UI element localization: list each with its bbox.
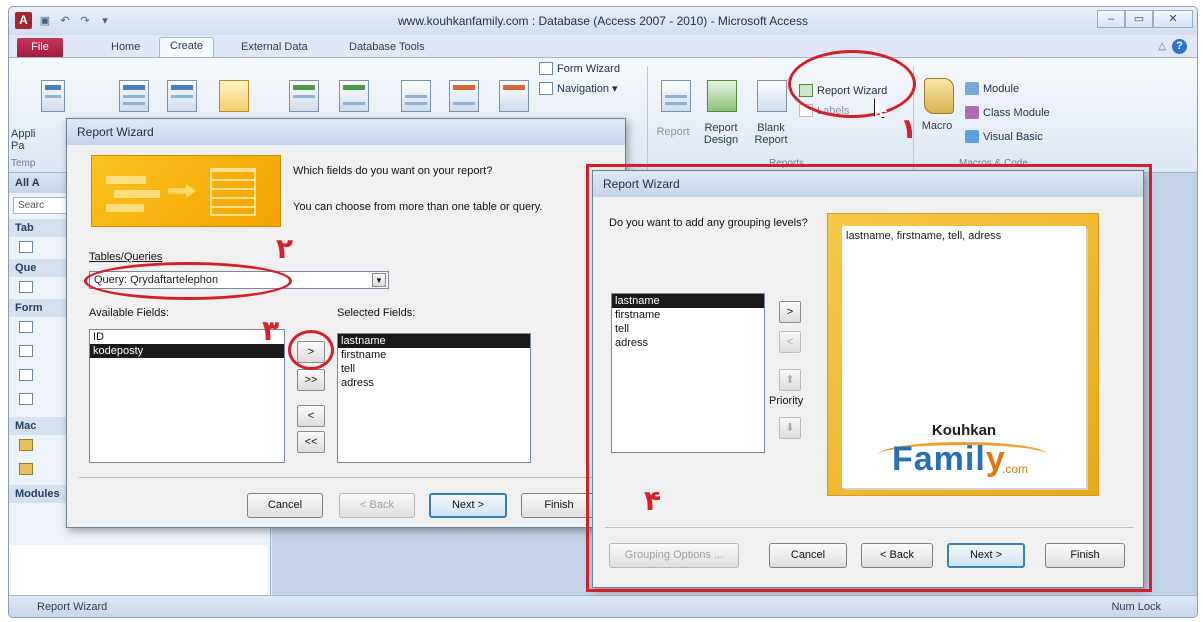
wizard-banner-image xyxy=(91,155,281,227)
form-icon[interactable] xyxy=(401,80,431,112)
step-4-marker: ۴ xyxy=(644,484,662,517)
blank-report-icon[interactable] xyxy=(757,80,787,112)
tab-external-data[interactable]: External Data xyxy=(231,39,318,55)
highlight-grouping-dialog xyxy=(586,164,1152,592)
close-button[interactable]: ✕ xyxy=(1153,10,1193,28)
help-icon[interactable]: ? xyxy=(1172,39,1187,54)
module-label: Module xyxy=(983,82,1020,95)
dialog-title: Report Wizard xyxy=(67,119,625,145)
macro-label[interactable]: Macro xyxy=(917,120,957,132)
minimize-ribbon-icon[interactable]: △ xyxy=(1158,41,1166,52)
title-bar: A ▣ ↶ ↷ ▾ www.kouhkanfamily.com : Databa… xyxy=(9,7,1197,35)
table-design-icon[interactable] xyxy=(167,80,197,112)
chevron-down-icon[interactable]: ▼ xyxy=(372,273,386,287)
report-wizard-fields-dialog: Report Wizard Which fields do you want o… xyxy=(66,118,626,528)
tab-create[interactable]: Create xyxy=(159,37,215,57)
navigation-button[interactable]: Navigation ▾ xyxy=(539,82,618,95)
query-wizard-icon[interactable] xyxy=(289,80,319,112)
tab-home[interactable]: Home xyxy=(101,39,150,55)
step-1-marker: ۱ xyxy=(900,112,918,145)
selected-fields-label: Selected Fields: xyxy=(337,307,416,319)
query-design-icon[interactable] xyxy=(339,80,369,112)
visual-basic-icon xyxy=(965,130,979,143)
macro-object-icon[interactable] xyxy=(19,439,33,451)
highlight-query-select xyxy=(84,262,292,300)
highlight-report-wizard xyxy=(788,50,916,118)
window-title: www.kouhkanfamily.com : Database (Access… xyxy=(398,14,808,28)
visual-basic-button[interactable]: Visual Basic xyxy=(965,130,1043,143)
form-design-icon[interactable] xyxy=(449,80,479,112)
wizard-hint: You can choose from more than one table … xyxy=(293,201,543,213)
table-object-icon[interactable] xyxy=(19,241,33,253)
status-text: Report Wizard xyxy=(37,601,108,613)
form-wizard-icon xyxy=(539,62,553,75)
list-item[interactable]: firstname xyxy=(338,348,530,362)
tab-database-tools[interactable]: Database Tools xyxy=(339,39,435,55)
add-all-fields-button[interactable]: >> xyxy=(297,369,325,391)
highlight-add-field xyxy=(288,330,334,370)
form-object-icon[interactable] xyxy=(19,321,33,333)
class-module-label: Class Module xyxy=(983,106,1050,119)
help-area: △ ? xyxy=(1158,39,1187,54)
visual-basic-label: Visual Basic xyxy=(983,130,1043,143)
query-object-icon[interactable] xyxy=(19,281,33,293)
status-bar: Report Wizard Num Lock xyxy=(9,595,1197,617)
file-tab[interactable]: File xyxy=(17,38,63,57)
available-fields-label: Available Fields: xyxy=(89,307,169,319)
next-button[interactable]: Next > xyxy=(429,493,507,518)
nav-empty-area xyxy=(11,545,267,595)
form-wizard-button[interactable]: Form Wizard xyxy=(539,62,620,75)
selected-fields-list[interactable]: lastname firstname tell adress xyxy=(337,333,531,463)
step-3-marker: ۳ xyxy=(262,314,280,347)
application-parts-icon[interactable] xyxy=(41,80,65,112)
tables-queries-label: Tables/Queries xyxy=(89,251,163,263)
module-icon xyxy=(965,82,979,95)
blank-report-label[interactable]: Blank Report xyxy=(747,122,795,146)
form-object-icon[interactable] xyxy=(19,369,33,381)
divider xyxy=(79,477,615,478)
remove-all-fields-button[interactable]: << xyxy=(297,431,325,453)
module-button[interactable]: Module xyxy=(965,82,1019,95)
macro-icon[interactable] xyxy=(924,78,954,114)
ribbon-tabs: File Home Create External Data Database … xyxy=(9,35,1197,57)
list-item[interactable]: lastname xyxy=(338,334,530,348)
macro-object-icon[interactable] xyxy=(19,463,33,475)
table-icon[interactable] xyxy=(119,80,149,112)
class-module-icon xyxy=(965,106,979,119)
back-button[interactable]: < Back xyxy=(339,493,415,518)
maximize-button[interactable]: ▭ xyxy=(1125,10,1153,28)
list-item[interactable]: ID xyxy=(90,330,284,344)
templates-group-label: Temp xyxy=(11,158,36,169)
report-icon[interactable] xyxy=(661,80,691,112)
report-design-label[interactable]: Report Design xyxy=(697,122,745,146)
step-2-marker: ۲ xyxy=(276,232,294,265)
form-wizard-label: Form Wizard xyxy=(557,62,620,75)
sharepoint-lists-icon[interactable] xyxy=(219,80,249,112)
list-item[interactable]: kodeposty xyxy=(90,344,284,358)
available-fields-list[interactable]: ID kodeposty xyxy=(89,329,285,463)
report-design-icon[interactable] xyxy=(707,80,737,112)
form-object-icon[interactable] xyxy=(19,345,33,357)
window-controls: – ▭ ✕ xyxy=(1097,10,1193,28)
remove-field-button[interactable]: < xyxy=(297,405,325,427)
ribbon-divider xyxy=(647,66,648,170)
class-module-button[interactable]: Class Module xyxy=(965,106,1050,119)
wizard-question: Which fields do you want on your report? xyxy=(293,165,493,177)
report-label: Report xyxy=(656,126,690,138)
navigation-icon xyxy=(539,82,553,95)
navigation-label: Navigation ▾ xyxy=(557,83,618,95)
cancel-button[interactable]: Cancel xyxy=(247,493,323,518)
form-object-icon[interactable] xyxy=(19,393,33,405)
list-item[interactable]: tell xyxy=(338,362,530,376)
blank-form-icon[interactable] xyxy=(499,80,529,112)
application-parts-label: Appli Pa xyxy=(11,128,36,152)
list-item[interactable]: adress xyxy=(338,376,530,390)
num-lock-indicator: Num Lock xyxy=(1111,601,1161,613)
minimize-button[interactable]: – xyxy=(1097,10,1125,28)
